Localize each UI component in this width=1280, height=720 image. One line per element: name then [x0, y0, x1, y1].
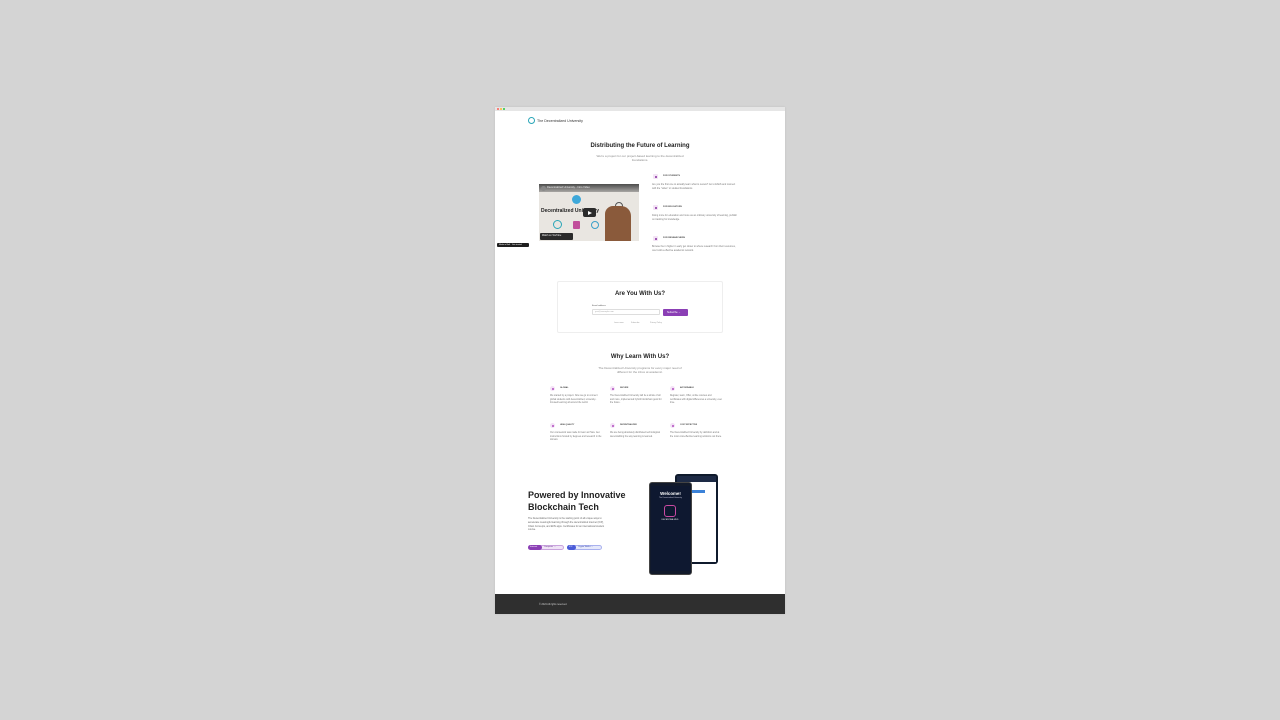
app-logo-icon: [664, 505, 676, 517]
why-desc: The Decentralized University by definiti…: [670, 432, 722, 438]
network-icon: [553, 220, 562, 229]
why-label: SECURE: [620, 387, 629, 389]
crypto-icon: [591, 221, 599, 229]
chip-tag-label: Internet: [530, 546, 538, 548]
why-label: DECENTRALIZED: [620, 424, 637, 426]
minimize-dot[interactable]: [500, 108, 502, 110]
why-desc: The Decentralized University will be a w…: [610, 395, 662, 405]
lock-icon: [610, 386, 615, 391]
check-icon: [550, 423, 555, 428]
network-icon: [610, 423, 615, 428]
footer-copyright: © 2024 All rights reserved.: [539, 603, 568, 606]
why-desc: We started by a project. Now we go to co…: [550, 395, 598, 405]
why-desc: We are being absolutely distributed tech…: [610, 432, 660, 438]
intro-video[interactable]: Decentralized University - Intro Video D…: [539, 184, 639, 241]
app-welcome-sub: The Decentralized University: [659, 497, 682, 499]
browser-window: The Decentralized University Distributin…: [495, 107, 785, 614]
certificate-icon: [573, 221, 580, 229]
why-label: HIGH QUALITY: [560, 424, 575, 426]
powered-desc: The Decentralized University is the star…: [528, 517, 605, 532]
subscribe-button-label[interactable]: Subscribe →: [667, 311, 681, 314]
feature-desc: Are you the first one to actually learn …: [652, 183, 736, 190]
subscribe-card: [557, 281, 723, 333]
hero-subtitle: We're a project for our project-based le…: [596, 154, 684, 163]
subscribe-note[interactable]: Privacy Policy: [650, 322, 662, 324]
researcher-icon: [653, 236, 658, 241]
why-label: GLOBAL: [560, 387, 569, 389]
feature-desc: Browse the in higher in early get closer…: [652, 245, 736, 252]
site-logo[interactable]: The Decentralized University: [528, 117, 583, 124]
app-logo-text: DECENTRALIZED: [661, 519, 679, 521]
presenter-hand: [605, 206, 631, 241]
maximize-dot[interactable]: [503, 108, 505, 110]
watch-on-youtube-label[interactable]: Watch on YouTube: [542, 235, 561, 237]
email-placeholder[interactable]: you@example.com: [595, 311, 614, 313]
subscribe-note[interactable]: Learn more: [614, 322, 624, 324]
play-icon[interactable]: [583, 208, 596, 217]
why-label: COST EFFECTIVE: [680, 424, 698, 426]
lightbulb-icon: [572, 195, 581, 204]
brand-name: The Decentralized University: [537, 118, 583, 123]
student-icon: [653, 174, 658, 179]
feature-desc: Doing more for education and more as an …: [652, 214, 737, 221]
logo-icon: [528, 117, 535, 124]
subscribe-note[interactable]: Subscribe: [631, 322, 639, 324]
feature-label: FOR EDUCATORS: [663, 206, 682, 208]
why-desc: Register, learn, Offer, online courses a…: [670, 395, 723, 405]
app-welcome: Welcome!: [660, 491, 681, 496]
window-chrome: [495, 107, 785, 111]
channel-avatar[interactable]: [541, 185, 546, 191]
feature-label: FOR RESEARCHERS: [663, 237, 685, 239]
close-dot[interactable]: [497, 108, 499, 110]
dollar-icon: [670, 423, 675, 428]
email-label: Email address: [592, 305, 606, 307]
video-title-text[interactable]: Decentralized University - Intro Video: [547, 186, 590, 189]
hero-title: Distributing the Future of Learning: [590, 143, 690, 149]
globe-icon: [550, 386, 555, 391]
badge-label[interactable]: Made in Bolt · Get started: [499, 244, 522, 246]
powered-title: Powered by Innovative Blockchain Tech: [528, 490, 626, 512]
chip-label[interactable]: Crypto Wallet →: [578, 546, 593, 548]
why-desc: Our coursework was made for learn at Har…: [550, 432, 602, 442]
educator-icon: [653, 205, 658, 210]
coin-icon: [670, 386, 675, 391]
why-label: AFFORDABLE: [680, 387, 694, 389]
why-title: Why Learn With Us?: [610, 354, 670, 360]
subscribe-title: Are You With Us?: [614, 291, 666, 297]
why-subtitle: The Decentralized University programs fo…: [598, 366, 682, 375]
feature-label: FOR STUDENTS: [663, 175, 681, 177]
chip-label[interactable]: Computer →: [544, 546, 556, 548]
chip-tag-label: ICP: [569, 546, 573, 548]
